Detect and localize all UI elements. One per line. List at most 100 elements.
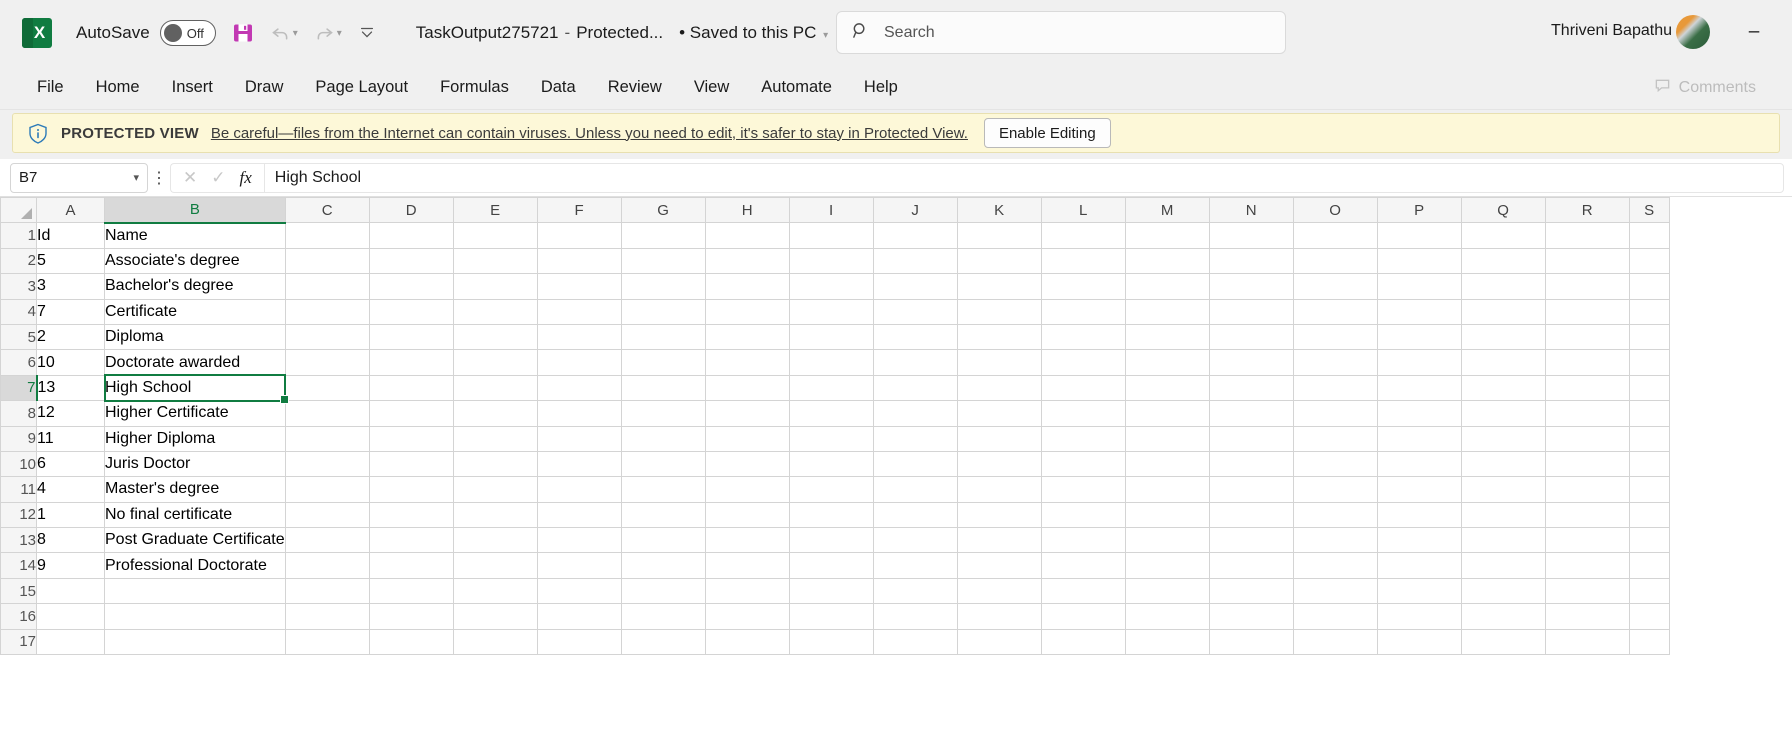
cell-C15[interactable] [284, 577, 370, 605]
cell-M14[interactable] [1124, 552, 1210, 579]
cell-R6[interactable] [1544, 349, 1630, 376]
cell-P14[interactable] [1376, 552, 1462, 579]
cell-K17[interactable] [956, 628, 1042, 656]
cell-M9[interactable] [1124, 425, 1210, 452]
cell-F8[interactable] [536, 400, 622, 427]
cell-C6[interactable] [284, 349, 370, 376]
cell-D1[interactable] [368, 222, 454, 249]
cell-O1[interactable] [1292, 222, 1378, 249]
cell-L14[interactable] [1040, 552, 1126, 579]
cell-E13[interactable] [452, 527, 538, 554]
cell-I13[interactable] [788, 527, 874, 554]
cell-C14[interactable] [284, 552, 370, 579]
tab-draw[interactable]: Draw [230, 74, 299, 101]
column-header-A[interactable]: A [36, 197, 105, 224]
cell-R14[interactable] [1544, 552, 1630, 579]
cell-L9[interactable] [1040, 425, 1126, 452]
select-all-corner[interactable] [0, 197, 37, 224]
cell-K2[interactable] [956, 247, 1042, 275]
cell-I3[interactable] [788, 273, 874, 300]
cell-B14[interactable]: Professional Doctorate [104, 552, 286, 579]
cell-O13[interactable] [1292, 527, 1378, 554]
search-input[interactable]: Search [836, 11, 1286, 54]
row-header-4[interactable]: 4 [0, 298, 37, 325]
cell-P16[interactable] [1376, 603, 1462, 630]
cell-M5[interactable] [1124, 323, 1210, 351]
cell-C10[interactable] [284, 450, 370, 478]
cell-A1[interactable]: Id [36, 222, 105, 249]
cell-K14[interactable] [956, 552, 1042, 579]
row-header-1[interactable]: 1 [0, 222, 37, 249]
column-header-M[interactable]: M [1124, 197, 1210, 224]
cell-N17[interactable] [1208, 628, 1294, 656]
cell-R17[interactable] [1544, 628, 1630, 656]
cell-R2[interactable] [1544, 247, 1630, 275]
cell-A9[interactable]: 11 [36, 425, 105, 452]
cell-R16[interactable] [1544, 603, 1630, 630]
cell-Q2[interactable] [1460, 247, 1546, 275]
cell-P7[interactable] [1376, 374, 1462, 402]
cell-G2[interactable] [620, 247, 706, 275]
cell-A17[interactable] [36, 628, 105, 656]
cell-S9[interactable] [1628, 425, 1670, 452]
cell-J12[interactable] [872, 501, 958, 529]
cell-J1[interactable] [872, 222, 958, 249]
cell-B3[interactable]: Bachelor's degree [104, 273, 286, 300]
cell-C2[interactable] [284, 247, 370, 275]
cell-I7[interactable] [788, 374, 874, 402]
cell-L3[interactable] [1040, 273, 1126, 300]
undo-dropdown-caret[interactable]: ▾ [293, 28, 298, 39]
cell-O7[interactable] [1292, 374, 1378, 402]
cell-H3[interactable] [704, 273, 790, 300]
cell-P13[interactable] [1376, 527, 1462, 554]
cell-N4[interactable] [1208, 298, 1294, 325]
cell-P5[interactable] [1376, 323, 1462, 351]
saved-status[interactable]: • Saved to this PC ▾ [679, 23, 828, 43]
cell-Q6[interactable] [1460, 349, 1546, 376]
cell-B17[interactable] [104, 628, 286, 656]
cell-Q14[interactable] [1460, 552, 1546, 579]
cell-B13[interactable]: Post Graduate Certificate [104, 527, 286, 554]
column-header-Q[interactable]: Q [1460, 197, 1546, 224]
cell-D15[interactable] [368, 577, 454, 605]
cell-L5[interactable] [1040, 323, 1126, 351]
cell-O10[interactable] [1292, 450, 1378, 478]
cell-G12[interactable] [620, 501, 706, 529]
cell-Q1[interactable] [1460, 222, 1546, 249]
cell-C8[interactable] [284, 400, 370, 427]
cell-L13[interactable] [1040, 527, 1126, 554]
column-header-J[interactable]: J [872, 197, 958, 224]
row-header-11[interactable]: 11 [0, 476, 37, 503]
cell-B8[interactable]: Higher Certificate [104, 400, 286, 427]
cell-D10[interactable] [368, 450, 454, 478]
cell-E17[interactable] [452, 628, 538, 656]
cell-C12[interactable] [284, 501, 370, 529]
row-header-13[interactable]: 13 [0, 527, 37, 554]
cell-R5[interactable] [1544, 323, 1630, 351]
enable-editing-button[interactable]: Enable Editing [983, 118, 1111, 148]
cell-H9[interactable] [704, 425, 790, 452]
cell-P10[interactable] [1376, 450, 1462, 478]
cell-C7[interactable] [284, 374, 370, 402]
cell-B16[interactable] [104, 603, 286, 630]
cell-M8[interactable] [1124, 400, 1210, 427]
cell-R1[interactable] [1544, 222, 1630, 249]
cell-J8[interactable] [872, 400, 958, 427]
cell-B9[interactable]: Higher Diploma [104, 425, 286, 452]
cell-Q16[interactable] [1460, 603, 1546, 630]
cell-M1[interactable] [1124, 222, 1210, 249]
cell-F9[interactable] [536, 425, 622, 452]
cell-N5[interactable] [1208, 323, 1294, 351]
cell-H6[interactable] [704, 349, 790, 376]
tab-page-layout[interactable]: Page Layout [300, 74, 423, 101]
cell-S4[interactable] [1628, 298, 1670, 325]
cell-N3[interactable] [1208, 273, 1294, 300]
cell-I2[interactable] [788, 247, 874, 275]
cell-N8[interactable] [1208, 400, 1294, 427]
column-header-F[interactable]: F [536, 197, 622, 224]
cell-F13[interactable] [536, 527, 622, 554]
chevron-down-icon[interactable]: ▾ [133, 171, 139, 184]
cell-K4[interactable] [956, 298, 1042, 325]
row-header-10[interactable]: 10 [0, 450, 37, 478]
cell-D6[interactable] [368, 349, 454, 376]
